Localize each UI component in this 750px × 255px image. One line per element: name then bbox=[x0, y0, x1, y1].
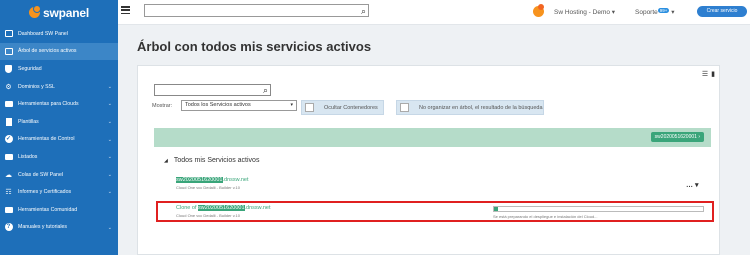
help-icon: ? bbox=[4, 223, 13, 232]
service-link[interactable]: sw2020051620001.dnssw.net bbox=[176, 177, 249, 183]
service-tag[interactable]: sw2020051620001 › bbox=[650, 132, 704, 142]
sidebar-item-label: Dominios y SSL bbox=[18, 83, 55, 90]
results-banner: sw2020051620001 › bbox=[154, 128, 711, 147]
sidebar-item-4[interactable]: Herramientas para Clouds ⌄ bbox=[0, 95, 118, 113]
service-filter-select[interactable]: Todos los Servicios activos ▾ bbox=[181, 100, 297, 111]
services-card: ☰ ▮ ⌕ Mostrar: Todos los Servicios activo… bbox=[137, 65, 720, 255]
checkbox[interactable] bbox=[400, 103, 409, 112]
tree-root[interactable]: ◢ Todos mis Servicios activos bbox=[164, 157, 259, 164]
sidebar-item-label: Colas de SW Panel bbox=[18, 171, 63, 178]
document-icon bbox=[4, 117, 13, 126]
sidebar-item-11[interactable]: ? Manuales y tutoriales ⌄ bbox=[0, 219, 118, 237]
shield-icon bbox=[4, 64, 13, 73]
deploy-progress-fill bbox=[494, 207, 499, 211]
page-title: Árbol con todos mis servicios activos bbox=[137, 39, 372, 54]
global-search-input[interactable]: ⌕ bbox=[144, 4, 369, 17]
clone-service-subtitle: Cloud One vcc Dedalli - Builder v.10 bbox=[176, 213, 240, 218]
logo[interactable]: swpanel bbox=[0, 0, 118, 25]
tree-icon bbox=[4, 47, 13, 56]
chevron-down-icon: ⌄ bbox=[107, 154, 112, 161]
sidebar-item-label: Herramientas Comunidad bbox=[18, 206, 78, 213]
export-icon[interactable]: ▮ bbox=[711, 71, 715, 78]
sidebar-item-8[interactable]: ☁ Colas de SW Panel ⌄ bbox=[0, 166, 118, 184]
toolbox-icon bbox=[4, 100, 13, 109]
create-service-button[interactable]: Crear servicio bbox=[697, 6, 747, 17]
tree-search-input[interactable]: ⌕ bbox=[154, 84, 271, 96]
chevron-down-icon: ⌄ bbox=[107, 136, 112, 143]
search-icon[interactable]: ⌕ bbox=[263, 85, 268, 96]
sidebar-item-label: Listados bbox=[18, 153, 38, 160]
sidebar-item-label: Informes y Certificados bbox=[18, 189, 72, 196]
support-menu[interactable]: Soporte 99+ ▾ bbox=[635, 8, 675, 16]
dashboard-icon bbox=[4, 29, 13, 38]
check-icon: ✓ bbox=[4, 135, 13, 144]
sidebar-item-6[interactable]: ✓ Herramientas de Control ⌄ bbox=[0, 131, 118, 149]
sidebar-item-label: Dashboard SW Panel bbox=[18, 30, 68, 37]
sidebar-item-label: Árbol de servicios activos bbox=[18, 48, 77, 55]
topbar: ⌕ Sw Hosting - Demo ▾ Soporte 99+ ▾ Crear… bbox=[118, 0, 750, 25]
sidebar-item-label: Manuales y tutoriales bbox=[18, 224, 68, 231]
sidebar: swpanel Dashboard SW Panel Árbol de servi… bbox=[0, 0, 118, 255]
clone-service-row: Clone of sw2020051620001.dnssw.net Cloud… bbox=[156, 201, 714, 222]
sidebar-nav: Dashboard SW Panel Árbol de servicios act… bbox=[0, 25, 118, 236]
queue-icon: ☁ bbox=[5, 171, 12, 179]
service-actions-menu[interactable]: … ▾ bbox=[686, 181, 698, 189]
list-icon bbox=[4, 152, 13, 161]
deploy-progress-bar bbox=[493, 206, 704, 212]
show-label: Mostrar: bbox=[152, 103, 173, 109]
chevron-down-icon: ⌄ bbox=[107, 189, 112, 196]
sidebar-item-9[interactable]: ☶ Informes y Certificados ⌄ bbox=[0, 183, 118, 201]
sidebar-item-0[interactable]: Dashboard SW Panel bbox=[0, 25, 118, 43]
card-tools: ☰ ▮ bbox=[699, 70, 715, 78]
swpanel-logo-icon bbox=[29, 5, 42, 18]
chevron-down-icon: ⌄ bbox=[107, 171, 112, 178]
report-icon: ☶ bbox=[5, 189, 12, 197]
sidebar-item-7[interactable]: Listados ⌄ bbox=[0, 148, 118, 166]
sidebar-item-label: Herramientas de Control bbox=[18, 136, 75, 143]
sidebar-item-1[interactable]: Árbol de servicios activos bbox=[0, 42, 118, 61]
support-badge: 99+ bbox=[657, 8, 670, 13]
sidebar-item-3[interactable]: ⚙ Dominios y SSL ⌄ bbox=[0, 78, 118, 96]
service-subtitle: Cloud One vcc Dedalli - Builder v.10 bbox=[176, 185, 240, 190]
sidebar-item-2[interactable]: Seguridad bbox=[0, 60, 118, 78]
logo-text: swpanel bbox=[43, 5, 89, 20]
hide-containers-toggle[interactable]: Ocultar Contenedores bbox=[301, 100, 384, 115]
sidebar-item-label: Herramientas para Clouds bbox=[18, 101, 79, 108]
menu-toggle-icon[interactable] bbox=[121, 6, 130, 16]
collapse-icon[interactable]: ◢ bbox=[164, 158, 168, 164]
account-logo-icon bbox=[533, 4, 544, 17]
sidebar-item-label: Seguridad bbox=[18, 65, 42, 72]
toolbox-icon bbox=[4, 205, 13, 214]
sidebar-item-label: Plantillas bbox=[18, 118, 39, 125]
search-icon[interactable]: ⌕ bbox=[361, 6, 366, 17]
chevron-down-icon: ▾ bbox=[290, 102, 293, 108]
chevron-down-icon: ⌄ bbox=[107, 101, 112, 108]
clone-service-link[interactable]: Clone of sw2020051620001.dnssw.net bbox=[176, 205, 271, 211]
gear-icon: ⚙ bbox=[5, 83, 12, 91]
no-tree-toggle[interactable]: No organizar en árbol, el resultado de l… bbox=[396, 100, 544, 115]
chevron-down-icon: ⌄ bbox=[107, 224, 112, 231]
sidebar-item-5[interactable]: Plantillas ⌄ bbox=[0, 113, 118, 131]
deploy-status-text: Se está preparando el despliegue e insta… bbox=[493, 214, 598, 219]
chevron-down-icon: ⌄ bbox=[107, 118, 112, 125]
view-tree-icon[interactable]: ☰ bbox=[702, 71, 708, 78]
checkbox[interactable] bbox=[305, 103, 314, 112]
chevron-down-icon: ⌄ bbox=[107, 83, 112, 90]
account-menu[interactable]: Sw Hosting - Demo ▾ bbox=[554, 8, 615, 16]
sidebar-item-10[interactable]: Herramientas Comunidad bbox=[0, 201, 118, 219]
